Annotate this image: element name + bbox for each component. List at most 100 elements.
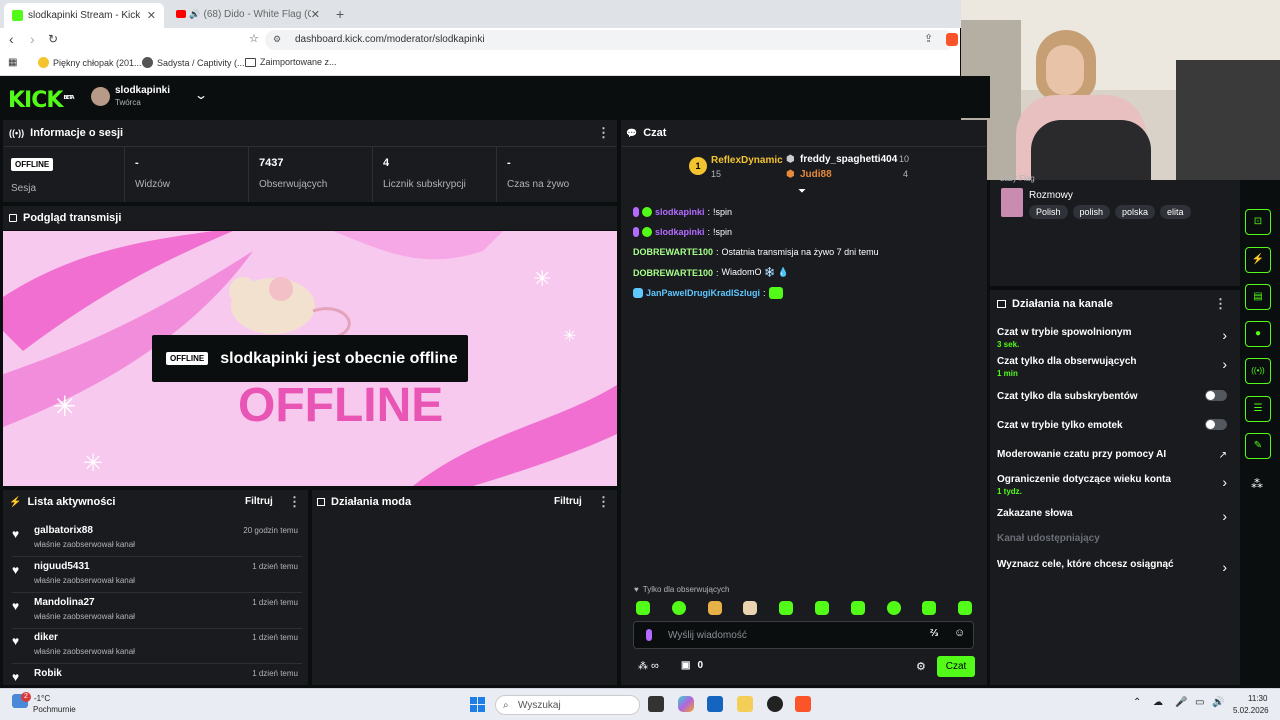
microphone-icon[interactable]: 🎤 [1175, 697, 1187, 708]
action-sharing-channel: Kanał udostępniający [997, 533, 1227, 544]
app-icon[interactable] [767, 696, 783, 712]
action-goals[interactable]: Wyznacz cele, które chcesz osiągnąć › [997, 559, 1227, 575]
windows-start-icon[interactable] [470, 697, 485, 712]
emote-icon[interactable] [708, 601, 722, 615]
document-icon[interactable]: ▤ [1245, 284, 1271, 310]
emote-icon[interactable] [779, 601, 793, 615]
leader-name[interactable]: freddy_spaghetti404 [800, 154, 897, 165]
brave-icon[interactable] [795, 696, 811, 712]
weather-temp: -1°C [34, 694, 51, 703]
points-info[interactable]: ⁂ ∞ [638, 660, 659, 672]
action-title: Moderowanie czatu przy pomocy AI [997, 449, 1167, 460]
chat-user[interactable]: slodkapinki [655, 227, 705, 237]
avatar[interactable] [91, 87, 110, 106]
cloud-icon[interactable]: ☁ [1153, 697, 1163, 708]
chat-user[interactable]: JanPawelDrugiKradlSzlugi [646, 288, 760, 298]
wrench-icon[interactable]: ✎ [1245, 433, 1271, 459]
mod-filter-button[interactable]: Filtruj [554, 496, 582, 507]
more-options-icon[interactable]: ⋮ [288, 494, 301, 510]
emote-icon[interactable] [743, 601, 757, 615]
action-banned-words[interactable]: Zakazane słowa › [997, 508, 1227, 524]
chat-icon[interactable]: ● [1245, 321, 1271, 347]
store-icon[interactable] [707, 696, 723, 712]
clock-time[interactable]: 11:30 [1248, 694, 1267, 703]
emote-icon[interactable] [922, 601, 936, 615]
settings-icon[interactable]: ⚙ [916, 660, 926, 673]
site-info-icon[interactable]: ⚙ [273, 34, 281, 45]
forward-icon[interactable]: › [30, 31, 35, 47]
bookmark-item[interactable]: Piękny chłopak (201... [38, 57, 142, 68]
chevron-up-icon[interactable]: ⌃ [1133, 697, 1141, 708]
tab-kick[interactable]: slodkapinki Stream - Kick Dashb ✕ [4, 3, 164, 28]
chat-input[interactable]: Wyślij wiadomość ⅔ ☺ [633, 621, 974, 649]
chat-user[interactable]: slodkapinki [655, 207, 705, 217]
task-view-icon[interactable] [648, 696, 664, 712]
emote-icon[interactable] [958, 601, 972, 615]
bookmark-folder[interactable]: Zaimportowane z... [245, 57, 337, 67]
copilot-icon[interactable] [678, 696, 694, 712]
collapse-icon[interactable]: ⏷ [798, 186, 806, 197]
channel-points[interactable]: ▣ 0 [681, 660, 703, 671]
tag[interactable]: elita [1160, 205, 1191, 219]
apps-icon[interactable]: ▦ [8, 57, 17, 68]
emote-icon[interactable] [887, 601, 901, 615]
verified-icon [642, 227, 652, 237]
leader-name[interactable]: Judi88 [800, 169, 832, 180]
activity-filter-button[interactable]: Filtruj [245, 496, 273, 507]
brave-shield-icon[interactable] [946, 33, 958, 46]
bookmark-icon[interactable]: ☆ [249, 32, 259, 45]
lightning-icon[interactable]: ⚡ [1245, 247, 1271, 273]
chevron-down-icon[interactable]: ⌄ [194, 88, 208, 102]
url-field[interactable]: dashboard.kick.com/moderator/slodkapinki [265, 30, 955, 50]
bookmark-item[interactable]: Sadysta / Captivity (... [142, 57, 245, 68]
action-sub: 1 min [997, 369, 1018, 378]
emote-icon[interactable] [672, 601, 686, 615]
subscribers-only-toggle[interactable] [1205, 390, 1227, 401]
file-explorer-icon[interactable] [737, 696, 753, 712]
sparkle-icon[interactable]: ⁂ [1251, 477, 1263, 491]
monitor-icon[interactable]: ▭ [1195, 697, 1204, 708]
screen-capture-icon[interactable]: ⊡ [1245, 209, 1271, 235]
chat-user[interactable]: DOBREWARTE100 [633, 268, 713, 278]
emote-icon[interactable] [815, 601, 829, 615]
emote-icon[interactable] [636, 601, 650, 615]
action-ai-moderation[interactable]: Moderowanie czatu przy pomocy AI ↗ [997, 449, 1227, 461]
clock-date[interactable]: 5.02.2026 [1233, 706, 1269, 715]
tab-youtube[interactable]: 🔊 (68) Dido - White Flag (Official V ✕ [168, 3, 328, 25]
emoji-icon[interactable]: ☺ [954, 627, 965, 639]
category-thumbnail[interactable] [1001, 188, 1023, 217]
more-options-icon[interactable]: ⋮ [1214, 296, 1227, 312]
chevron-right-icon: › [1222, 508, 1227, 524]
send-chat-button[interactable]: Czat [937, 656, 975, 677]
svg-text:✳: ✳ [533, 266, 551, 291]
action-account-age[interactable]: Ograniczenie dotyczące wieku konta 1 tyd… [997, 474, 1227, 496]
layout-icon[interactable]: ☰ [1245, 396, 1271, 422]
list-item: ♥ diker właśnie zaobserwował kanał 1 dzi… [12, 629, 302, 664]
stream-preview[interactable]: OFFLINE ✳ ✳ ✳ ✳ OFFLINE slodkapinki jest… [3, 231, 617, 486]
more-options-icon[interactable]: ⋮ [597, 125, 610, 141]
emote-only-toggle[interactable] [1205, 419, 1227, 430]
back-icon[interactable]: ‹ [9, 31, 14, 47]
chat-user[interactable]: DOBREWARTE100 [633, 247, 713, 257]
close-icon[interactable]: ✕ [147, 9, 156, 22]
share-icon[interactable]: ⇪ [924, 32, 933, 45]
reload-icon[interactable]: ↻ [48, 32, 58, 46]
volume-icon[interactable]: 🔊 [1212, 697, 1224, 708]
mic-icon[interactable] [646, 629, 652, 641]
tag[interactable]: Polish [1029, 205, 1068, 219]
action-followers-only[interactable]: Czat tylko dla obserwujących 1 min › [997, 356, 1227, 378]
broadcast-icon[interactable]: ((•)) [1245, 358, 1271, 384]
category-name[interactable]: Rozmowy [1029, 190, 1073, 201]
tag[interactable]: polska [1115, 205, 1156, 219]
more-options-icon[interactable]: ⋮ [597, 494, 610, 510]
tag[interactable]: polish [1072, 205, 1111, 219]
new-tab-button[interactable]: + [336, 6, 344, 22]
kick-logo[interactable]: KICKBETA [8, 88, 75, 113]
close-icon[interactable]: ✕ [311, 8, 320, 21]
action-slow-mode[interactable]: Czat w trybie spowolnionym 3 sek. › [997, 327, 1227, 349]
leader-name[interactable]: ReflexDynamic [711, 155, 783, 166]
search-input[interactable]: ⌕ Wyszukaj [495, 695, 640, 715]
emote-icon[interactable] [851, 601, 865, 615]
translate-icon[interactable]: ⅔ [930, 628, 938, 639]
activity-user: niguud5431 [34, 561, 90, 572]
